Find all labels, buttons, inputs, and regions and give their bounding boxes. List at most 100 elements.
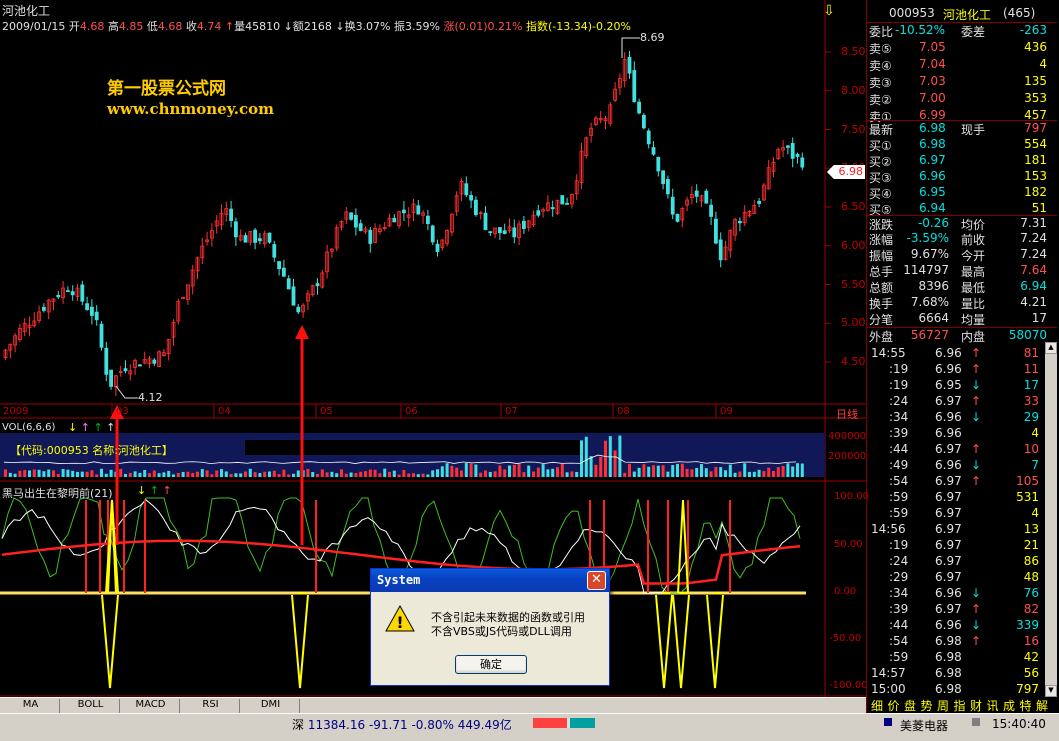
tick-row[interactable]: :19 6.96 11 ↑: [867, 362, 1057, 378]
tick-row[interactable]: :44 6.96 339 ↓: [867, 618, 1057, 634]
month-label: 03: [116, 406, 129, 417]
volume-bar: [13, 473, 17, 477]
tick-row[interactable]: :59 6.98 42: [867, 650, 1057, 666]
candle-body: [550, 207, 555, 210]
candle-body: [651, 147, 656, 155]
tick-row[interactable]: :39 6.97 82 ↑: [867, 602, 1057, 618]
tick-price: 6.96: [935, 410, 962, 424]
tick-row[interactable]: :34 6.96 29 ↓: [867, 410, 1057, 426]
volume-bar: [157, 473, 161, 477]
volume-bar: [748, 471, 751, 477]
tick-row[interactable]: :44 6.97 10 ↑: [867, 442, 1057, 458]
side-tab[interactable]: 势: [921, 697, 933, 714]
tab-rsi[interactable]: RSI: [182, 699, 240, 713]
volume-bar: [628, 463, 631, 477]
quote-cell: 6.94: [1020, 279, 1047, 293]
side-tab[interactable]: 盘: [904, 697, 916, 714]
quote-stat-row: 振幅 9.67% 今开 7.24: [867, 247, 1057, 263]
tick-row[interactable]: :54 6.98 16 ↑: [867, 634, 1057, 650]
tick-price: 6.97: [935, 442, 962, 456]
tick-row[interactable]: :59 6.97 4: [867, 506, 1057, 522]
quote-stat-row: 换手 7.68% 量比 4.21: [867, 295, 1057, 311]
tab-dmi[interactable]: DMI: [242, 699, 300, 713]
tab-boll[interactable]: BOLL: [62, 699, 120, 713]
side-tab[interactable]: 特: [1020, 697, 1032, 714]
tick-price: 6.98: [935, 650, 962, 664]
volume-bar: [584, 436, 588, 477]
tick-row[interactable]: :19 6.95 17 ↓: [867, 378, 1057, 394]
volume-bar: [517, 463, 521, 477]
dialog-title[interactable]: System: [371, 569, 609, 592]
scroll-up-icon[interactable]: ▲: [1045, 342, 1057, 354]
volume-bar: [426, 474, 430, 477]
pin-icon[interactable]: ⇩: [820, 3, 838, 21]
close-icon[interactable]: ✕: [587, 571, 606, 590]
candle-body: [296, 306, 301, 313]
tab-ma[interactable]: MA: [2, 699, 60, 713]
tick-row[interactable]: :49 6.96 7 ↓: [867, 458, 1057, 474]
side-tab[interactable]: 价: [888, 697, 900, 714]
volume-bar: [320, 469, 324, 477]
indicator-arrows: ↓ ↑ ↑: [137, 484, 172, 497]
tick-scrollbar[interactable]: ▲ ▼: [1045, 342, 1057, 697]
tick-row[interactable]: :54 6.97 105 ↑: [867, 474, 1057, 490]
tick-row[interactable]: 15:00 6.98 797: [867, 682, 1057, 698]
volume-bar: [455, 467, 459, 477]
tick-price: 6.97: [935, 506, 962, 520]
side-tab[interactable]: 成: [1003, 697, 1015, 714]
quote-cell: 554: [1024, 137, 1047, 151]
tick-row[interactable]: :29 6.97 48: [867, 570, 1057, 586]
header-high: 4.85: [118, 20, 144, 33]
candle-body: [267, 232, 272, 243]
volume-bar: [724, 470, 727, 477]
volume-bar: [570, 471, 574, 477]
quote-code: 000953: [889, 6, 935, 20]
tab-macd[interactable]: MACD: [122, 699, 180, 713]
volume-bar: [234, 473, 238, 477]
indicator-axis-label: 100.00: [834, 491, 869, 502]
tick-row[interactable]: 14:57 6.98 56: [867, 666, 1057, 682]
candle-body: [392, 217, 397, 223]
tick-row[interactable]: :24 6.97 86: [867, 554, 1057, 570]
tick-row[interactable]: 14:56 6.97 13: [867, 522, 1057, 538]
tick-volume: 797: [1016, 682, 1039, 696]
volume-bar: [292, 473, 295, 477]
tick-time: :29: [889, 570, 909, 584]
tick-row[interactable]: :39 6.96 4: [867, 426, 1057, 442]
tick-price: 6.97: [935, 554, 962, 568]
quote-header: 000953 河池化工 (465): [867, 6, 1057, 22]
tick-price: 6.96: [935, 458, 962, 472]
side-tab[interactable]: 周: [937, 697, 949, 714]
ok-button[interactable]: 确定: [455, 655, 527, 674]
tick-row[interactable]: :34 6.96 76 ↓: [867, 586, 1057, 602]
side-tab[interactable]: 财: [970, 697, 982, 714]
side-tab[interactable]: 指: [954, 697, 966, 714]
scroll-ticker[interactable]: 美菱电器: [900, 717, 948, 734]
volume-bar: [104, 473, 108, 477]
tick-row[interactable]: :59 6.97 531: [867, 490, 1057, 506]
tick-row[interactable]: 14:55 6.96 81 ↑: [867, 346, 1057, 362]
side-tab[interactable]: 讯: [987, 697, 999, 714]
quote-cell: 买④: [869, 187, 892, 201]
candle-body: [512, 227, 517, 238]
volume-bar: [186, 471, 190, 477]
candle-body: [522, 220, 526, 229]
volume-bar: [690, 469, 694, 477]
volume-bar: [95, 474, 99, 477]
side-tab[interactable]: 解: [1036, 697, 1048, 714]
current-price-tag: 6.98: [827, 165, 865, 179]
side-tab[interactable]: 细: [871, 697, 883, 714]
scroll-down-icon[interactable]: ▼: [1045, 685, 1057, 697]
quote-cell: 内盘: [961, 330, 986, 344]
period-label[interactable]: 日线: [836, 406, 858, 422]
tick-row[interactable]: :19 6.97 21: [867, 538, 1057, 554]
tick-time: :59: [889, 506, 909, 520]
quote-ratio-row: 委比 -10.52% 委差 -263: [867, 22, 1057, 39]
tick-row[interactable]: :24 6.97 33 ↑: [867, 394, 1057, 410]
volume-bar: [316, 473, 319, 477]
volume-bar: [340, 469, 343, 477]
candle-body: [488, 231, 493, 233]
volume-bar: [124, 474, 127, 477]
candle-body: [416, 205, 421, 215]
volume-bar: [560, 463, 564, 477]
